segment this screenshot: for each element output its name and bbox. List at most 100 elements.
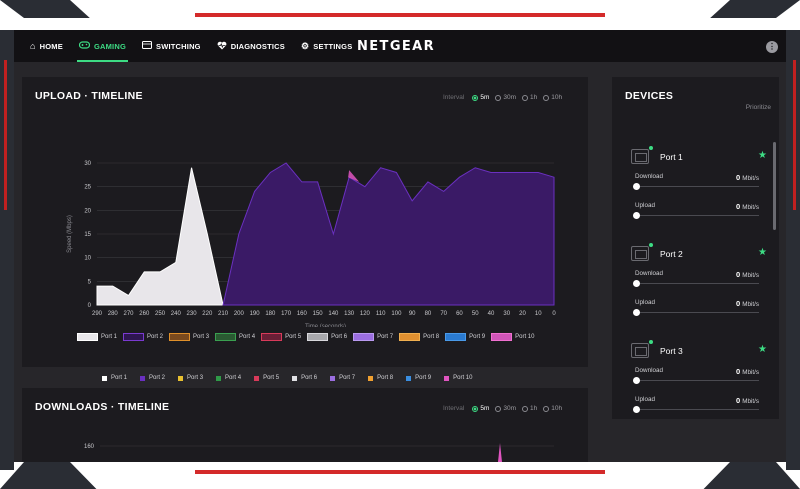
x-tick-label: 290 <box>92 311 103 317</box>
legend-swatch <box>178 375 184 381</box>
x-tick-label: 190 <box>250 311 261 317</box>
legend-label: Port 6 <box>331 334 348 340</box>
slider-knob[interactable] <box>633 377 640 384</box>
legend-item[interactable]: Port 7 <box>353 333 393 341</box>
upload-timeline-panel: UPLOAD · TIMELINE Interval 5m 30m 1h 10h… <box>22 77 588 381</box>
device-name: Port 3 <box>660 346 683 356</box>
slider-knob[interactable] <box>633 280 640 287</box>
legend-item[interactable]: Port 7 <box>330 375 355 381</box>
legend-label: Port 8 <box>377 375 394 381</box>
legend-swatch <box>215 333 237 341</box>
legend-item[interactable]: Port 1 <box>77 333 117 341</box>
chart-legend-bottom: Port 1 Port 2 Port 3 Port 4 Port 5 Port 6 Port… <box>102 375 486 381</box>
legend-item[interactable]: Port 5 <box>254 375 279 381</box>
legend-swatch <box>368 375 374 381</box>
legend-label: Port 6 <box>301 375 318 381</box>
x-tick-label: 140 <box>328 311 339 317</box>
upload-number: 0 <box>736 202 741 211</box>
x-tick-label: 220 <box>202 311 213 317</box>
legend-swatch <box>491 333 513 341</box>
x-tick-label: 260 <box>139 311 150 317</box>
x-axis-title: Time (seconds) <box>305 324 346 327</box>
download-number: 0 <box>736 270 741 279</box>
device-icon <box>631 343 649 358</box>
legend-item[interactable]: Port 8 <box>399 333 439 341</box>
download-label: Download <box>635 270 664 277</box>
legend-label: Port 8 <box>423 334 440 340</box>
x-tick-label: 180 <box>265 311 276 317</box>
nav-settings-label: SETTINGS <box>313 41 353 51</box>
x-tick-label: 10 <box>535 311 542 317</box>
x-tick-label: 50 <box>472 311 479 317</box>
app-window: ⌂ HOME GAMING SWITCHING DIAGNOSTICS ⚙ SE… <box>14 30 786 462</box>
nav-gaming[interactable]: GAMING <box>71 30 134 62</box>
x-tick-label: 250 <box>155 311 166 317</box>
legend-item[interactable]: Port 10 <box>491 333 535 341</box>
legend-label: Port 9 <box>415 375 432 381</box>
legend-swatch <box>444 375 450 381</box>
legend-label: Port 4 <box>225 375 242 381</box>
x-tick-label: 230 <box>187 311 198 317</box>
slider-knob[interactable] <box>633 212 640 219</box>
legend-item[interactable]: Port 2 <box>140 375 165 381</box>
slider-knob[interactable] <box>633 183 640 190</box>
prioritize-header: Prioritize <box>745 104 771 111</box>
x-tick-label: 20 <box>519 311 526 317</box>
nav-switching[interactable]: SWITCHING <box>134 30 209 62</box>
upload-unit: Mbit/s <box>742 204 759 211</box>
slider-track <box>635 409 759 410</box>
legend-item[interactable]: Port 9 <box>445 333 485 341</box>
legend-label: Port 10 <box>453 375 473 381</box>
more-icon[interactable]: ⋮ <box>766 41 778 53</box>
download-number: 0 <box>736 173 741 182</box>
legend-item[interactable]: Port 1 <box>102 375 127 381</box>
online-status-icon <box>649 340 653 344</box>
legend-item[interactable]: Port 6 <box>307 333 347 341</box>
legend-swatch <box>261 333 283 341</box>
legend-label: Port 2 <box>149 375 166 381</box>
x-tick-label: 120 <box>360 311 371 317</box>
legend-item[interactable]: Port 6 <box>292 375 317 381</box>
legend-item[interactable]: Port 2 <box>123 333 163 341</box>
legend-item[interactable]: Port 4 <box>216 375 241 381</box>
legend-label: Port 3 <box>187 375 204 381</box>
legend-item[interactable]: Port 3 <box>169 333 209 341</box>
x-tick-label: 70 <box>440 311 447 317</box>
y-tick-label: 160 <box>84 444 95 450</box>
upload-label: Upload <box>635 396 655 403</box>
legend-item[interactable]: Port 10 <box>444 375 473 381</box>
legend-item[interactable]: Port 8 <box>368 375 393 381</box>
x-tick-label: 170 <box>281 311 292 317</box>
prioritize-star-icon[interactable]: ★ <box>758 150 767 161</box>
nav-diagnostics[interactable]: DIAGNOSTICS <box>209 30 293 62</box>
legend-label: Port 5 <box>285 334 302 340</box>
legend-item[interactable]: Port 4 <box>215 333 255 341</box>
devices-scrollbar[interactable] <box>773 142 776 230</box>
legend-swatch <box>353 333 375 341</box>
download-label: Download <box>635 367 664 374</box>
heartbeat-icon <box>217 41 227 52</box>
upload-number: 0 <box>736 396 741 405</box>
x-tick-label: 60 <box>456 311 463 317</box>
legend-item[interactable]: Port 9 <box>406 375 431 381</box>
prioritize-star-icon[interactable]: ★ <box>758 344 767 355</box>
chart-legend-top: Port 1 Port 2 Port 3 Port 4 Port 5 Port 6 Port… <box>77 333 541 341</box>
x-tick-label: 160 <box>297 311 308 317</box>
legend-item[interactable]: Port 3 <box>178 375 203 381</box>
brand-logo: NETGEAR <box>357 39 436 54</box>
gear-icon: ⚙ <box>301 40 310 51</box>
y-tick-label: 0 <box>88 303 92 309</box>
legend-label: Port 10 <box>515 334 535 340</box>
legend-label: Port 7 <box>377 334 394 340</box>
prioritize-star-icon[interactable]: ★ <box>758 247 767 258</box>
legend-swatch <box>169 333 191 341</box>
slider-knob[interactable] <box>633 309 640 316</box>
nav-settings[interactable]: ⚙ SETTINGS <box>293 30 360 62</box>
y-tick-label: 25 <box>84 185 91 191</box>
nav-home[interactable]: ⌂ HOME <box>22 30 71 62</box>
slider-knob[interactable] <box>633 406 640 413</box>
y-tick-label: 20 <box>84 208 91 214</box>
legend-swatch <box>77 333 98 341</box>
legend-item[interactable]: Port 5 <box>261 333 301 341</box>
series-area-port-2 <box>222 162 555 306</box>
